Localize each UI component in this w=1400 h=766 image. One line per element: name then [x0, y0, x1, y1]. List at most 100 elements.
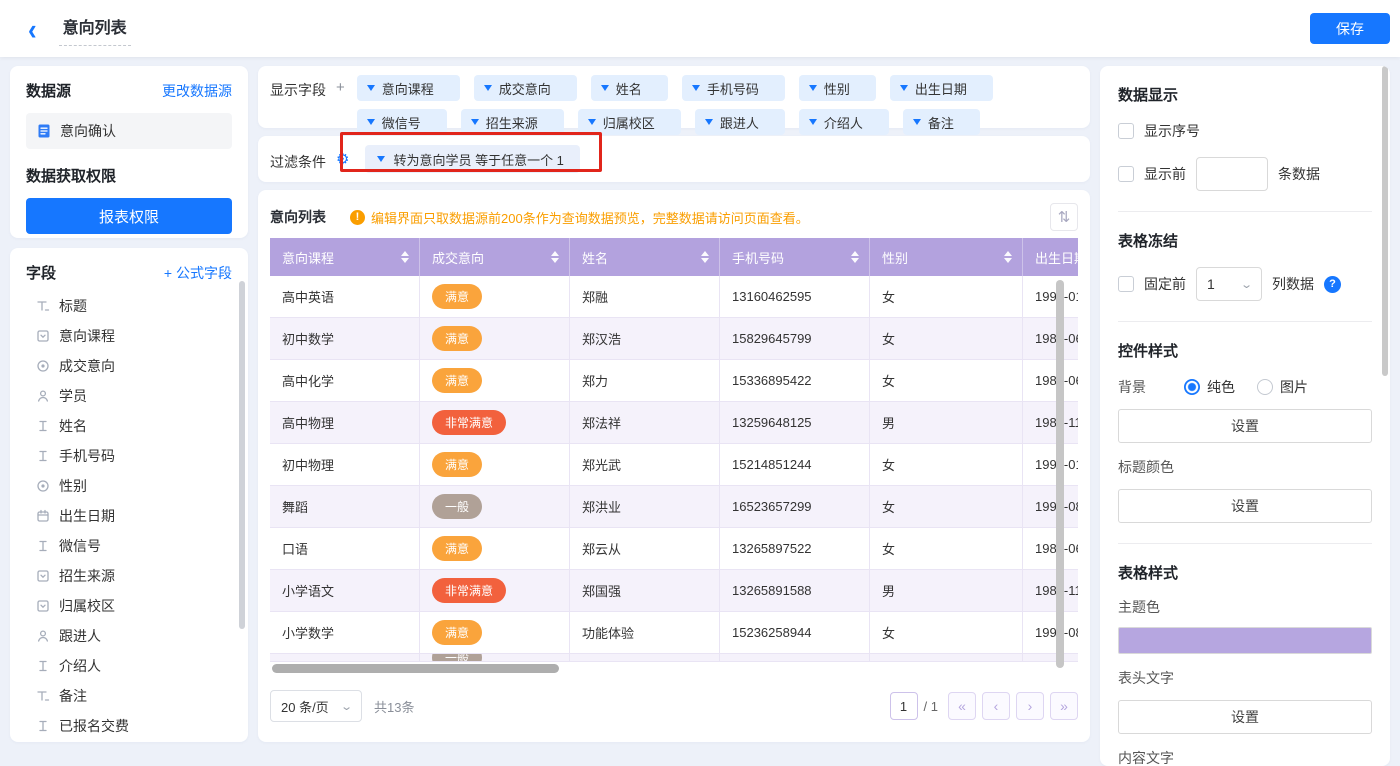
- table-header-cell[interactable]: 意向课程: [270, 238, 420, 276]
- field-item[interactable]: 手机号码: [26, 441, 232, 471]
- tag-label: 成交意向: [499, 79, 551, 98]
- display-field-tag[interactable]: 出生日期: [890, 75, 993, 101]
- sort-asc-icon: [401, 251, 409, 256]
- next-page-button[interactable]: ›: [1016, 692, 1044, 720]
- radio-selected-icon: [1184, 379, 1200, 395]
- report-permission-button[interactable]: 报表权限: [26, 198, 232, 234]
- table-cell: 1981-06: [1023, 528, 1078, 570]
- table-cell: 男: [870, 402, 1023, 444]
- table-header-cell[interactable]: 姓名: [570, 238, 720, 276]
- field-item[interactable]: 介绍人: [26, 651, 232, 681]
- freeze-prefix: 固定前: [1144, 274, 1186, 294]
- table-cell: 功能体验: [570, 612, 720, 654]
- divider: [1118, 543, 1372, 544]
- field-item[interactable]: 学员: [26, 381, 232, 411]
- panel-scrollbar[interactable]: [1382, 66, 1388, 376]
- add-display-field-button[interactable]: +: [336, 79, 345, 119]
- field-item[interactable]: 归属校区: [26, 591, 232, 621]
- tag-label: 招生来源: [486, 113, 538, 132]
- status-badge: 满意: [432, 452, 482, 477]
- display-field-tag[interactable]: 意向课程: [357, 75, 460, 101]
- filter-condition-text: 转为意向学员 等于任意一个 1: [393, 150, 563, 169]
- table-row: 舞蹈一般郑洪业16523657299女1993-08: [270, 486, 1078, 528]
- table-cell: 非常满意: [420, 570, 570, 612]
- datasource-item[interactable]: 意向确认: [26, 113, 232, 149]
- freeze-columns-checkbox[interactable]: [1118, 276, 1134, 292]
- display-field-tag[interactable]: 微信号: [357, 109, 447, 135]
- filter-condition-tag[interactable]: 转为意向学员 等于任意一个 1: [365, 145, 579, 173]
- title-color-label: 标题颜色: [1118, 457, 1372, 477]
- table-header-row: 意向课程 成交意向 姓名 手机号码 性别 出生日期: [270, 238, 1078, 276]
- table-cell: 一般: [420, 486, 570, 528]
- table-vertical-scrollbar[interactable]: [1056, 280, 1064, 668]
- field-item[interactable]: 出生日期: [26, 501, 232, 531]
- display-field-tag[interactable]: 手机号码: [682, 75, 785, 101]
- theme-color-swatch[interactable]: [1118, 627, 1372, 654]
- divider: [1118, 321, 1372, 322]
- title-color-set-button[interactable]: 设置: [1118, 489, 1372, 523]
- background-set-button[interactable]: 设置: [1118, 409, 1372, 443]
- solid-color-radio[interactable]: 纯色: [1184, 377, 1235, 397]
- chevron-down-icon: ⌄: [340, 700, 353, 713]
- show-first-checkbox[interactable]: [1118, 166, 1134, 182]
- display-field-tag[interactable]: 成交意向: [474, 75, 577, 101]
- display-field-tags: 意向课程成交意向姓名手机号码性别出生日期微信号招生来源归属校区跟进人介绍人备注: [357, 75, 993, 119]
- help-icon[interactable]: ?: [1324, 276, 1341, 293]
- change-datasource-link[interactable]: 更改数据源: [162, 81, 232, 101]
- display-field-tag[interactable]: 性别: [799, 75, 876, 101]
- save-button[interactable]: 保存: [1310, 13, 1390, 44]
- field-item[interactable]: 姓名: [26, 411, 232, 441]
- table-header-cell[interactable]: 出生日期: [1023, 238, 1078, 276]
- fields-scrollbar[interactable]: [239, 281, 245, 629]
- last-page-button[interactable]: »: [1050, 692, 1078, 720]
- table-header-cell[interactable]: 成交意向: [420, 238, 570, 276]
- text-icon: [36, 539, 50, 553]
- chevron-down-icon: [900, 85, 908, 91]
- display-field-tag[interactable]: 备注: [903, 109, 980, 135]
- status-badge: 一般: [432, 494, 482, 519]
- display-field-tag[interactable]: 归属校区: [578, 109, 681, 135]
- sort-order-button[interactable]: ⇅: [1050, 203, 1078, 231]
- filter-settings-gear-icon[interactable]: ⚙: [336, 150, 349, 168]
- table-cell: 1989-11: [1023, 402, 1078, 444]
- field-item[interactable]: 跟进人: [26, 621, 232, 651]
- field-item[interactable]: 招生来源: [26, 561, 232, 591]
- display-field-tag[interactable]: 跟进人: [695, 109, 785, 135]
- tag-label: 介绍人: [824, 113, 863, 132]
- header-text-set-button[interactable]: 设置: [1118, 700, 1372, 734]
- field-item[interactable]: 已报名交费: [26, 711, 232, 741]
- freeze-count-select[interactable]: 1 ⌄: [1196, 267, 1262, 301]
- field-item[interactable]: 微信号: [26, 531, 232, 561]
- back-icon[interactable]: ‹: [28, 14, 37, 44]
- field-item[interactable]: 备注: [26, 681, 232, 711]
- display-field-tag[interactable]: 姓名: [591, 75, 668, 101]
- display-field-tag[interactable]: 招生来源: [461, 109, 564, 135]
- table-cell: 高中物理: [270, 402, 420, 444]
- table-cell: 一般: [420, 654, 570, 662]
- table-cell: 口语: [270, 528, 420, 570]
- page-title[interactable]: 意向列表: [59, 12, 131, 46]
- show-first-count-input[interactable]: [1196, 157, 1268, 191]
- first-page-button[interactable]: «: [948, 692, 976, 720]
- field-item[interactable]: 成交意向: [26, 351, 232, 381]
- table-horizontal-scrollbar[interactable]: [272, 664, 559, 673]
- status-badge: 满意: [432, 536, 482, 561]
- sort-desc-icon: [551, 258, 559, 263]
- field-item[interactable]: 性别: [26, 471, 232, 501]
- image-radio[interactable]: 图片: [1257, 377, 1308, 397]
- table-header-cell[interactable]: 性别: [870, 238, 1023, 276]
- column-label: 出生日期: [1035, 248, 1078, 267]
- field-item[interactable]: 意向课程: [26, 321, 232, 351]
- table-cell: 13160462595: [720, 276, 870, 318]
- page-number-input[interactable]: 1: [890, 692, 918, 720]
- show-index-checkbox[interactable]: [1118, 123, 1134, 139]
- page-size-select[interactable]: 20 条/页 ⌄: [270, 690, 362, 722]
- field-item[interactable]: 标题: [26, 291, 232, 321]
- prev-page-button[interactable]: ‹: [982, 692, 1010, 720]
- table-header-cell[interactable]: 手机号码: [720, 238, 870, 276]
- display-field-tag[interactable]: 介绍人: [799, 109, 889, 135]
- add-formula-field-link[interactable]: + 公式字段: [164, 263, 232, 283]
- chevron-down-icon: [809, 85, 817, 91]
- table-cell: 女: [870, 444, 1023, 486]
- table-cell: 初中数学: [270, 318, 420, 360]
